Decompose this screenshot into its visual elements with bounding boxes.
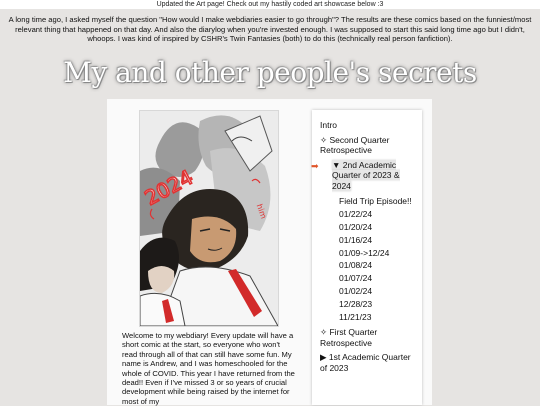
nav-episode-link[interactable]: 01/09->12/24 bbox=[320, 248, 420, 259]
nav-first-quarter-section[interactable]: ▶ 1st Academic Quarter of 2023 bbox=[320, 352, 420, 373]
intro-paragraph: A long time ago, I asked myself the ques… bbox=[8, 15, 532, 44]
nav-active-section-label: ▼ 2nd Academic Quarter of 2023 & 2024 bbox=[332, 159, 400, 191]
nav-second-quarter-retrospective[interactable]: ✧ Second Quarter Retrospective bbox=[320, 135, 420, 156]
welcome-text: Welcome to my webdiary! Every update wil… bbox=[122, 331, 295, 406]
nav-episode-link[interactable]: 01/07/24 bbox=[320, 273, 420, 284]
page-title: My and other people's secrets bbox=[63, 56, 477, 89]
nav-episode-link[interactable]: 12/28/23 bbox=[320, 299, 420, 310]
comic-artwork: 2024 him bbox=[139, 110, 279, 327]
diary-nav-sidebar: Intro ✧ Second Quarter Retrospective ➡ ▼… bbox=[311, 110, 422, 405]
nav-first-quarter-retrospective[interactable]: ✧ First Quarter Retrospective bbox=[320, 327, 420, 348]
nav-episode-link[interactable]: Field Trip Episode!! bbox=[320, 196, 420, 207]
nav-episode-link[interactable]: 01/08/24 bbox=[320, 260, 420, 271]
announcement-text: Updated the Art page! Check out my hasti… bbox=[156, 1, 384, 8]
current-pointer-icon: ➡ bbox=[311, 160, 319, 171]
nav-episode-link[interactable]: 01/02/24 bbox=[320, 286, 420, 297]
nav-episode-link[interactable]: 01/16/24 bbox=[320, 235, 420, 246]
nav-active-section[interactable]: ➡ ▼ 2nd Academic Quarter of 2023 & 2024 bbox=[311, 159, 420, 192]
nav-episode-link[interactable]: 01/20/24 bbox=[320, 222, 420, 233]
announcement-banner: Updated the Art page! Check out my hasti… bbox=[0, 0, 540, 9]
nav-intro-link[interactable]: Intro bbox=[320, 120, 420, 131]
nav-episode-link[interactable]: 01/22/24 bbox=[320, 209, 420, 220]
nav-episode-link[interactable]: 11/21/23 bbox=[320, 312, 420, 323]
